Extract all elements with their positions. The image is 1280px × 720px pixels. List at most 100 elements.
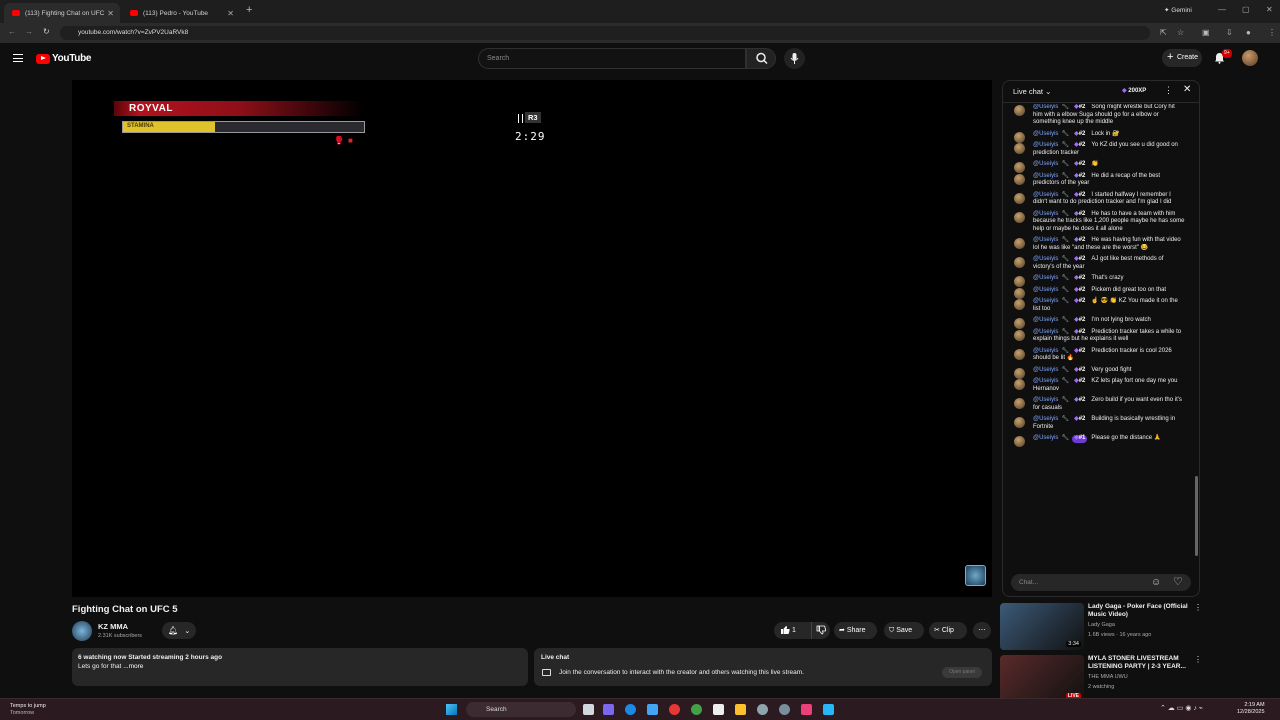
tab-close-icon[interactable]: ✕ [227,9,234,18]
forward-icon[interactable]: → [25,27,33,36]
chat-author-name[interactable]: @Useiyis [1033,192,1058,198]
clip-button[interactable]: ✂ Clip [929,622,967,639]
more-vertical-icon[interactable]: ⋮ [1194,603,1202,612]
recommended-video-title[interactable]: Lady Gaga - Poker Face (Official Music V… [1088,603,1192,619]
chat-author-name[interactable]: @Useiyis [1033,161,1058,167]
emoji-icon[interactable]: ☺ [1151,577,1161,588]
heart-icon[interactable]: ♡ [1173,575,1183,588]
chat-message[interactable]: @Useiyis 🔧︎ ◆#2 That's crazy [1003,275,1193,287]
chrome-icon[interactable] [691,704,702,715]
app-icon[interactable] [647,704,658,715]
settings-icon[interactable] [757,704,768,715]
chat-message[interactable]: @Useiyis 🔧︎ ◆#2 ☝️ 😎 👏 KZ You made it on th… [1003,298,1193,313]
chat-message[interactable]: @Useiyis 🔧︎ ◆#2 AJ got like best methods of… [1003,256,1193,271]
recommended-video-title[interactable]: MYLA STONER LIVESTREAM LISTENING PARTY |… [1088,655,1192,671]
more-vertical-icon[interactable]: ⋮ [1194,655,1202,664]
like-button[interactable] [780,622,790,639]
teams-icon[interactable] [603,704,614,715]
chat-mode-dropdown[interactable]: Live chat ⌄ [1013,87,1051,96]
voice-search-button[interactable] [784,48,805,69]
chat-message[interactable]: @Useiyis 🔧︎ ◆#2 Song might wrestle but Cory… [1003,104,1193,127]
app-icon[interactable] [669,704,680,715]
chat-author-name[interactable]: @Useiyis [1033,275,1058,281]
taskbar-clock[interactable]: 2:19 AM 12/28/2025 [1237,702,1265,716]
video-player[interactable]: ROYVAL STAMINA 🥊 ■ R3 2:29 [72,80,992,597]
reload-icon[interactable]: ↻ [43,27,50,36]
save-button[interactable]: ⛉ Save [884,622,924,639]
chat-author-name[interactable]: @Useiyis [1033,298,1058,304]
chat-author-name[interactable]: @Useiyis [1033,131,1058,137]
edge-icon[interactable] [625,704,636,715]
chat-menu-icon[interactable]: ⋮ [1164,85,1173,96]
weather-widget[interactable]: Temps to jump Tomorrow [10,703,46,716]
system-tray[interactable]: ⌃ ☁ ▭ ◉ ♪ ⌁ [1160,704,1203,712]
chat-author-name[interactable]: @Useiyis [1033,317,1058,323]
app-icon[interactable] [823,704,834,715]
chat-author-name[interactable]: @Useiyis [1033,397,1058,403]
chat-message[interactable]: @Useiyis 🔧︎ ◆#2 Lock in 🔐 [1003,131,1193,143]
chat-author-name[interactable]: @Useiyis [1033,329,1058,335]
chat-author-name[interactable]: @Useiyis [1033,378,1058,384]
search-input[interactable]: Search [478,48,746,69]
chat-message[interactable]: @Useiyis 🔧︎ ◆#2 Prediction tracker takes a … [1003,329,1193,344]
chat-author-name[interactable]: @Useiyis [1033,287,1058,293]
recommended-video-channel[interactable]: THE MMA UWU [1088,674,1128,680]
chat-scrollbar[interactable] [1195,476,1198,556]
open-panel-button[interactable]: Open panel [942,667,982,678]
channel-watermark[interactable] [965,565,986,586]
video-thumbnail[interactable]: 3:34 [1000,603,1084,650]
chat-message[interactable]: @Useiyis 🔧︎ ◆#2 Building is basically wrest… [1003,416,1193,431]
recommended-video[interactable]: 3:34 Lady Gaga - Poker Face (Official Mus… [1000,603,1202,653]
taskbar-search[interactable]: Search [466,702,576,717]
xp-badge[interactable]: ◆ 200XP [1122,87,1146,94]
chat-message[interactable]: @Useiyis 🔧︎ ◆#1 Please go the distance 🙏 [1003,435,1193,447]
create-button[interactable]: + Create [1162,49,1202,67]
channel-name[interactable]: KZ MMA [98,622,128,631]
description-more-link[interactable]: ...more [123,663,143,670]
chat-author-name[interactable]: @Useiyis [1033,211,1058,217]
more-actions-button[interactable]: ⋯ [973,622,991,639]
maximize-icon[interactable]: ▢ [1242,5,1250,14]
description-box[interactable]: 6 watching now Started streaming 2 hours… [72,648,528,686]
store-icon[interactable] [713,704,724,715]
chat-message[interactable]: @Useiyis 🔧︎ ◆#2 Pickem did great too on tha… [1003,287,1193,299]
browser-menu-icon[interactable]: ⋮ [1268,28,1276,37]
browser-tab[interactable]: (113) Pedro - YouTube ✕ [122,3,240,23]
extension-icon[interactable]: ▣ [1202,28,1210,37]
subscribed-notifications-button[interactable]: 🔔︎ ⌄ [162,622,196,639]
chat-message[interactable]: @Useiyis 🔧︎ ◆#2 Very good fight [1003,367,1193,379]
install-app-icon[interactable]: ⇱ [1160,28,1167,37]
chat-author-name[interactable]: @Useiyis [1033,435,1058,441]
chat-author-name[interactable]: @Useiyis [1033,367,1058,373]
recommended-video-channel[interactable]: Lady Gaga [1088,622,1115,628]
url-field[interactable]: youtube.com/watch?v=ZvPV2UaRVk8 [60,26,1150,40]
chat-message[interactable]: @Useiyis 🔧︎ ◆#2 Zero build if you want even… [1003,397,1193,412]
bookmark-star-icon[interactable]: ☆ [1177,28,1184,37]
chat-close-icon[interactable]: ✕ [1183,84,1191,95]
app-icon[interactable] [779,704,790,715]
download-icon[interactable]: ⇩ [1226,28,1233,37]
chat-message[interactable]: @Useiyis 🔧︎ ◆#2 Yo KZ did you see u did goo… [1003,142,1193,157]
chat-message[interactable]: @Useiyis 🔧︎ ◆#2 He was having fun with that… [1003,237,1193,252]
chat-message[interactable]: @Useiyis 🔧︎ ◆#2 He has to have a team with … [1003,211,1193,234]
minimize-icon[interactable]: — [1218,5,1226,14]
chat-message[interactable]: @Useiyis 🔧︎ ◆#2 I'm not lying bro watch [1003,317,1193,329]
tab-close-icon[interactable]: ✕ [107,9,114,18]
chat-author-name[interactable]: @Useiyis [1033,348,1058,354]
chat-author-name[interactable]: @Useiyis [1033,237,1058,243]
chat-author-name[interactable]: @Useiyis [1033,416,1058,422]
chat-author-name[interactable]: @Useiyis [1033,142,1058,148]
chat-message-list[interactable]: @Useiyis 🔧︎ ◆#2 Song might wrestle but Cory… [1003,104,1193,564]
close-window-icon[interactable]: ✕ [1266,5,1273,14]
hamburger-menu-icon[interactable] [13,54,23,62]
windows-start-icon[interactable] [446,704,457,715]
file-explorer-icon[interactable] [735,704,746,715]
chat-message[interactable]: @Useiyis 🔧︎ ◆#2 👏 [1003,161,1193,173]
chat-input[interactable]: Chat... [1011,574,1191,591]
dislike-button[interactable] [811,622,827,639]
music-app-icon[interactable] [801,704,812,715]
profile-icon[interactable]: ● [1246,28,1251,37]
account-avatar[interactable] [1242,50,1258,66]
chat-message[interactable]: @Useiyis 🔧︎ ◆#2 I started halfway I remembe… [1003,192,1193,207]
chat-message[interactable]: @Useiyis 🔧︎ ◆#2 KZ lets play fort one day m… [1003,378,1193,393]
